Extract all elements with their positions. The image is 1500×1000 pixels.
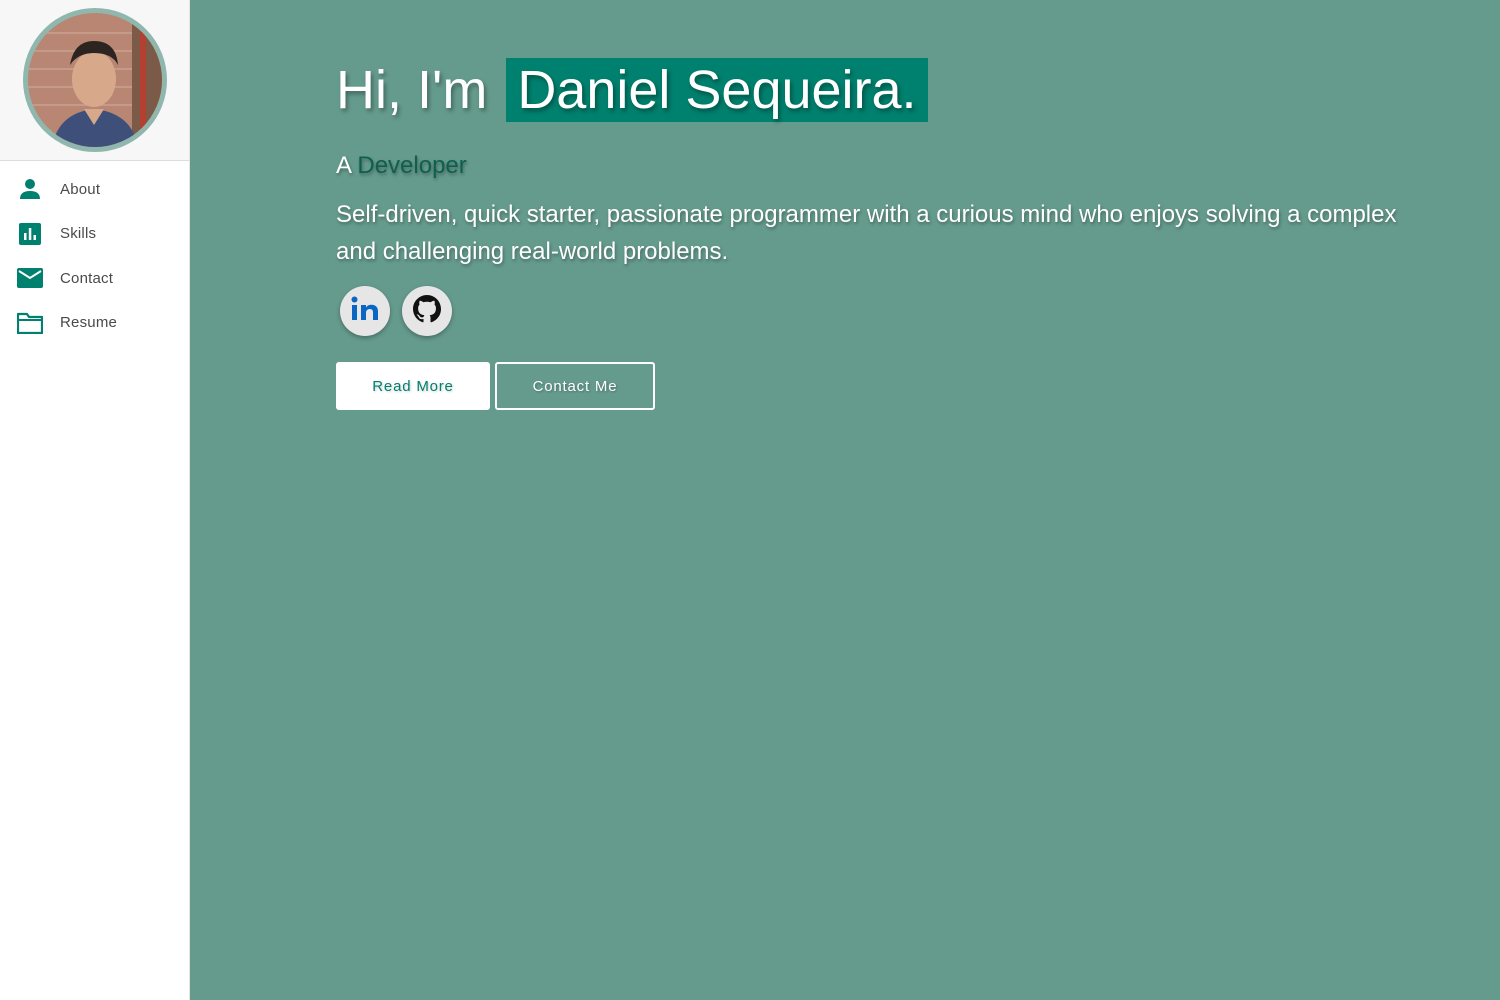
- sidebar-item-label: Contact: [60, 269, 114, 287]
- headline: Hi, I'm Daniel Sequeira.: [336, 58, 1426, 122]
- sidebar-item-label: About: [60, 180, 101, 198]
- avatar-container: [0, 0, 189, 161]
- contact-me-button[interactable]: Contact Me: [495, 362, 655, 410]
- github-icon: [413, 294, 441, 328]
- person-icon: [17, 176, 43, 202]
- sidebar-item-about[interactable]: About: [0, 167, 189, 212]
- sidebar-item-skills[interactable]: Skills: [0, 212, 189, 257]
- sidebar-item-resume[interactable]: Resume: [0, 301, 189, 346]
- name-highlight: Daniel Sequeira.: [506, 58, 928, 122]
- avatar-photo: [27, 13, 162, 147]
- cta-buttons: Read More Contact Me: [336, 362, 1426, 410]
- sidebar-nav: About Skills Contact Resume: [0, 161, 189, 345]
- linkedin-link[interactable]: [340, 286, 390, 336]
- greeting-text: Hi, I'm: [336, 60, 488, 120]
- sidebar-item-label: Skills: [60, 225, 97, 243]
- bar-chart-icon: [17, 221, 43, 247]
- linkedin-icon: [350, 294, 380, 329]
- role-text: Developer: [357, 152, 467, 179]
- read-more-button[interactable]: Read More: [336, 362, 490, 410]
- sidebar-item-contact[interactable]: Contact: [0, 256, 189, 301]
- subtitle-prefix: A: [336, 152, 351, 179]
- github-link[interactable]: [402, 286, 452, 336]
- subtitle: A Developer: [336, 152, 1426, 180]
- hero-section: Hi, I'm Daniel Sequeira. A Developer Sel…: [336, 58, 1426, 410]
- social-links: [336, 286, 1426, 336]
- folder-icon: [17, 310, 43, 336]
- app-root: About Skills Contact Resume Hi, I'm Dani…: [0, 0, 1500, 1000]
- mail-icon: [17, 265, 43, 291]
- sidebar: About Skills Contact Resume: [0, 0, 190, 1000]
- main-content: Hi, I'm Daniel Sequeira. A Developer Sel…: [190, 0, 1500, 1000]
- sidebar-item-label: Resume: [60, 314, 118, 332]
- tagline: Self-driven, quick starter, passionate p…: [336, 201, 1397, 265]
- avatar: [22, 8, 167, 152]
